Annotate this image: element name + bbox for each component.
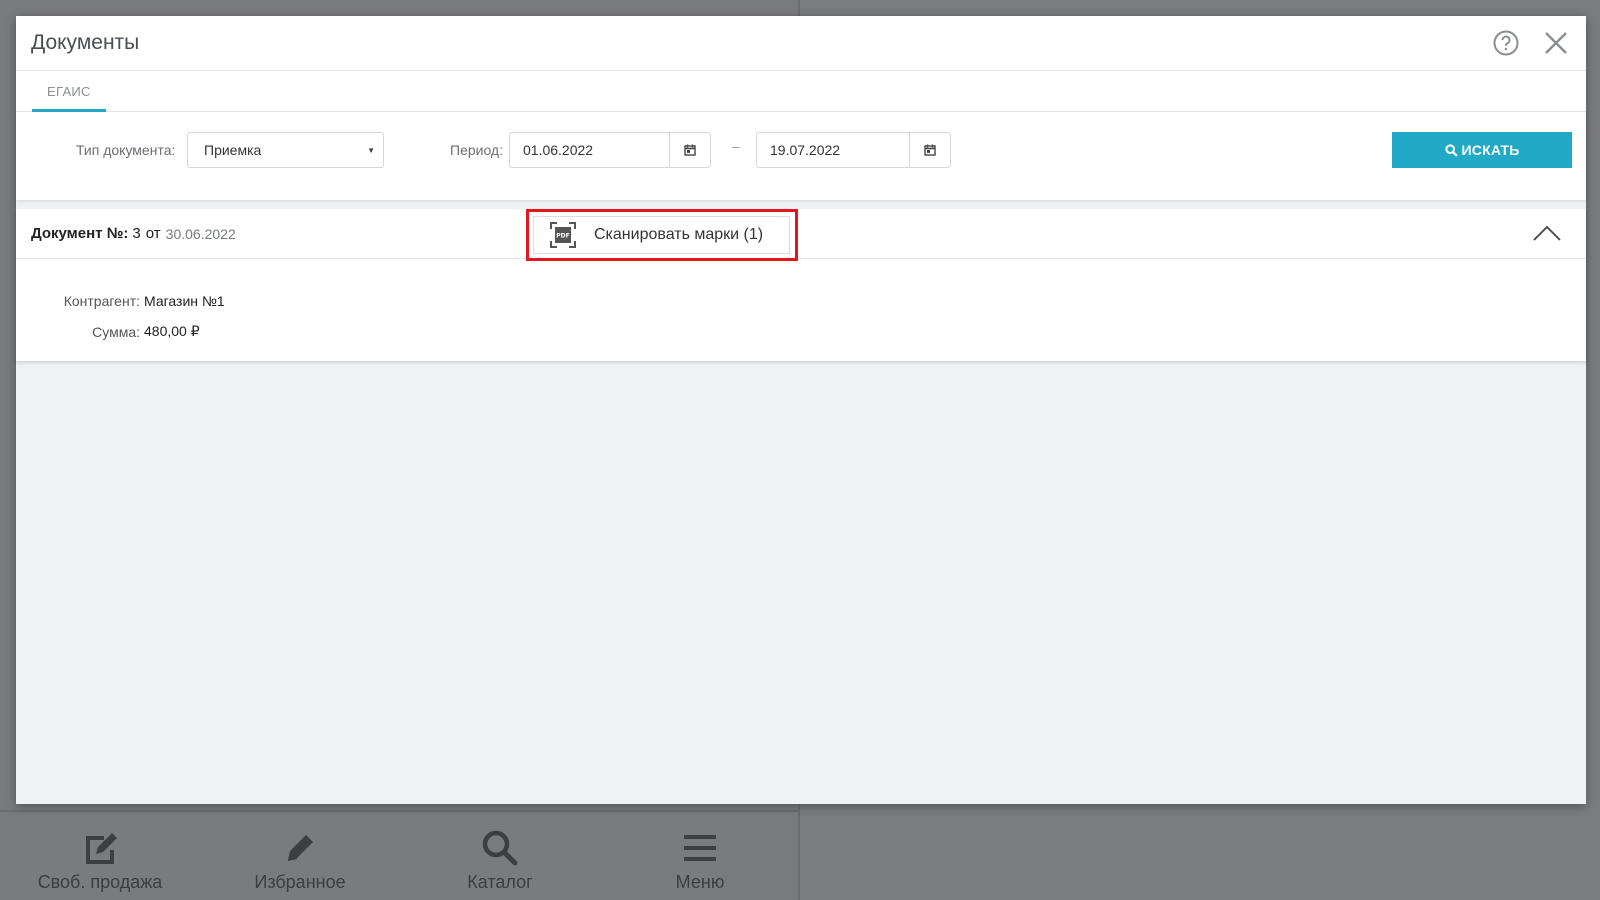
sum-value: 480,00 ₽: [144, 323, 200, 339]
nav-free-sale[interactable]: Своб. продажа: [0, 812, 200, 900]
nav-catalog[interactable]: Каталог: [400, 812, 600, 900]
counterparty-value: Магазин №1: [144, 292, 225, 309]
modal-title: Документы: [31, 31, 140, 54]
search-button[interactable]: ИСКАТЬ: [1392, 132, 1572, 168]
nav-favorites[interactable]: Избранное: [200, 812, 400, 900]
search-icon: [482, 830, 518, 866]
filter-bar: Тип документа: Приемка ▼ Период: 01.06.2…: [16, 112, 1586, 200]
search-icon: [1444, 143, 1458, 157]
document-header[interactable]: Документ №: 3 от 30.06.2022 PDF Сканиров…: [16, 209, 1586, 261]
document-details: Контрагент: Магазин №1 Сумма: 480,00 ₽: [16, 259, 1586, 347]
sum-row: Сумма: 480,00 ₽: [16, 316, 1586, 347]
date-to-value[interactable]: 19.07.2022: [757, 133, 910, 167]
scan-marks-label: Сканировать марки (1): [594, 226, 764, 243]
documents-modal: Документы ЕГАИС Тип документа: Приемка ▼…: [16, 16, 1586, 804]
nav-menu[interactable]: Меню: [600, 812, 800, 900]
date-from-field[interactable]: 01.06.2022: [509, 132, 711, 168]
doc-type-value: Приемка: [204, 142, 262, 158]
document-date: 30.06.2022: [165, 225, 236, 242]
tab-egais[interactable]: ЕГАИС: [32, 71, 106, 112]
nav-favorites-label: Избранное: [254, 872, 346, 892]
doc-type-label: Тип документа:: [76, 142, 176, 158]
collapse-chevron-up-icon[interactable]: [1532, 222, 1562, 246]
document-number-label: Документ №:: [31, 225, 129, 242]
menu-icon: [684, 835, 716, 861]
document-number: 3: [132, 225, 141, 242]
calendar-icon[interactable]: [910, 133, 950, 167]
scan-marks-button[interactable]: PDF Сканировать марки (1): [533, 216, 790, 254]
close-icon[interactable]: [1541, 28, 1571, 58]
doc-type-select[interactable]: Приемка ▼: [187, 132, 384, 168]
modal-header: Документы: [16, 16, 1586, 71]
counterparty-label: Контрагент:: [63, 292, 140, 309]
nav-menu-label: Меню: [675, 872, 725, 892]
bottom-nav: Своб. продажа Избранное Каталог Меню: [0, 812, 800, 900]
counterparty-row: Контрагент: Магазин №1: [16, 285, 1586, 316]
search-button-label: ИСКАТЬ: [1461, 142, 1520, 158]
scan-highlight-frame: PDF Сканировать марки (1): [526, 209, 798, 261]
nav-free-sale-label: Своб. продажа: [37, 872, 163, 892]
tab-bar: ЕГАИС: [16, 71, 1586, 112]
period-label: Период:: [450, 142, 503, 158]
date-separator: –: [732, 138, 740, 154]
scan-pdf-icon: PDF: [550, 222, 576, 248]
date-from-value[interactable]: 01.06.2022: [510, 133, 670, 167]
document-from-word: от: [145, 225, 161, 242]
help-icon[interactable]: [1491, 28, 1521, 58]
edit-note-icon: [86, 833, 117, 864]
document-card: Документ №: 3 от 30.06.2022 PDF Сканиров…: [16, 209, 1586, 361]
pencil-icon: [287, 835, 313, 861]
date-to-field[interactable]: 19.07.2022: [756, 132, 951, 168]
svg-text:PDF: PDF: [556, 233, 569, 240]
dropdown-caret-icon: ▼: [367, 146, 375, 155]
calendar-icon[interactable]: [670, 133, 710, 167]
sum-label: Сумма:: [92, 323, 140, 340]
nav-catalog-label: Каталог: [467, 872, 533, 892]
